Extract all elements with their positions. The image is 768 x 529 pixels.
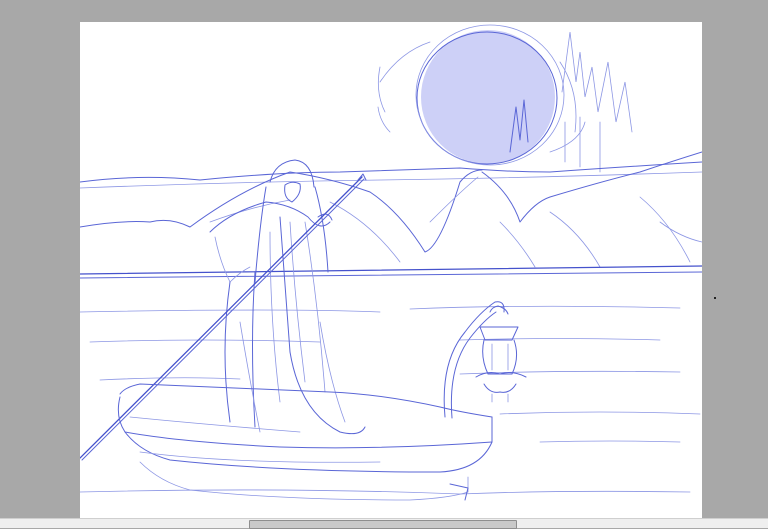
horizontal-scrollbar[interactable] [0,518,768,529]
canvas-page[interactable] [80,22,702,518]
pole-sketch [80,173,367,461]
water-lines-sketch [80,265,702,495]
boat-sketch [117,383,493,501]
stray-pixel [714,297,716,299]
moon-sketch [377,24,586,166]
lantern-sketch [443,301,527,419]
drawing-canvas-viewport[interactable] [0,0,768,518]
sketch-artwork [80,24,702,501]
mountains-sketch [80,151,702,268]
